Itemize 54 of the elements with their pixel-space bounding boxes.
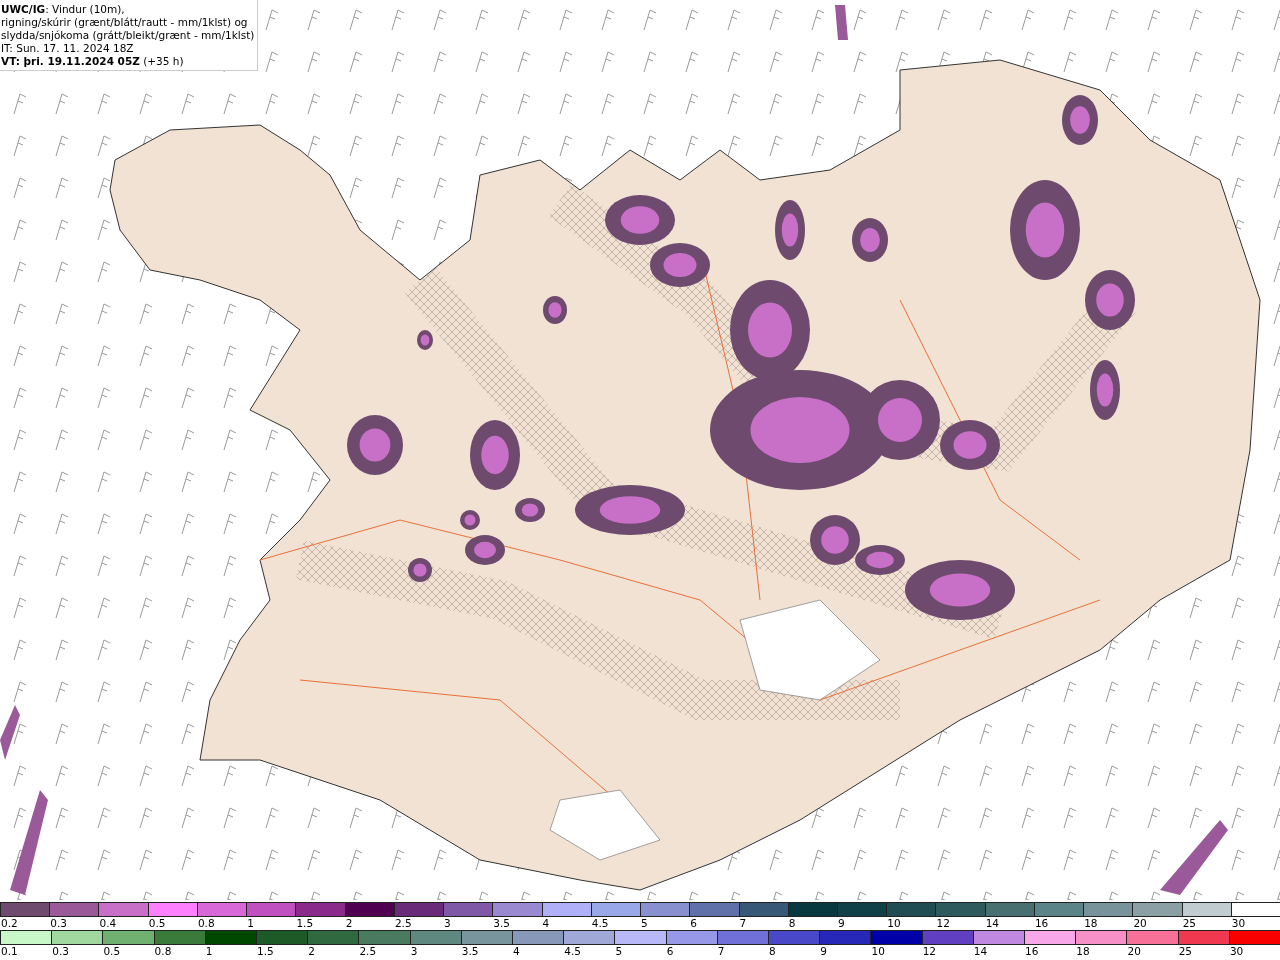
legend-value: 0.3 (49, 917, 68, 929)
legend-value: 0.2 (0, 917, 19, 929)
legend-value: 3 (409, 945, 419, 957)
legend-value: 25 (1177, 945, 1194, 957)
legend-value: 16 (1033, 917, 1050, 929)
legend-value: 8 (768, 945, 777, 957)
legend-value: 18 (1075, 945, 1091, 957)
legend-value: 5 (640, 917, 649, 929)
legend-value: 1 (246, 917, 255, 929)
legend-value: 3.5 (492, 917, 512, 929)
legend-value: 14 (984, 917, 1001, 929)
legend-value: 12 (921, 945, 938, 957)
legend-value: 0.5 (147, 917, 167, 929)
legend-value: 6 (689, 917, 698, 929)
legend-value: 5 (614, 945, 624, 957)
legend-value: 30 (1230, 917, 1247, 929)
legend-value: 2.5 (358, 945, 378, 957)
legend-value: 20 (1132, 917, 1148, 929)
legend-value: 12 (935, 917, 951, 929)
legend-value: 14 (972, 945, 989, 957)
map-description: UWC/IG: Vindur (10m), rigning/skúrir (grænt/blátt/rautt - mm/1klst) og slydda/snjókoma (grátt/bleikt/grænt - mm/1klst) (1, 3, 255, 42)
legend-value: 2 (307, 945, 316, 957)
legend-value: 2 (344, 917, 354, 929)
legend-value: 0.8 (196, 917, 216, 929)
legend-value: 7 (716, 945, 726, 957)
legend-value: 6 (665, 945, 675, 957)
legend-value: 0.5 (102, 945, 122, 957)
legend-value: 2.5 (393, 917, 413, 929)
legend-value: 16 (1024, 945, 1040, 957)
legend-value: 4 (512, 945, 521, 957)
legend-value: 3.5 (460, 945, 480, 957)
legend-value: 10 (886, 917, 902, 929)
issue-time: IT: Sun. 17. 11. 2024 18Z (1, 42, 135, 55)
legend-value: 8 (787, 917, 797, 929)
legend-value: 0.1 (0, 945, 19, 957)
legend-value: 9 (837, 917, 846, 929)
legend-value: 30 (1228, 945, 1245, 957)
legend-value: 20 (1126, 945, 1142, 957)
legend-value: 1.5 (256, 945, 275, 957)
legend-value: 1.5 (295, 917, 315, 929)
valid-time: VT: þri. 19.11.2024 05Z (+35 h) (1, 55, 185, 68)
legend-value: 18 (1083, 917, 1099, 929)
legend-value: 7 (738, 917, 748, 929)
legend-value: 0.3 (51, 945, 70, 957)
legend-value: 1 (204, 945, 214, 957)
legend-value: 4 (541, 917, 551, 929)
legend-value: 25 (1181, 917, 1197, 929)
legend-value: 4.5 (590, 917, 610, 929)
legend-value: 10 (870, 945, 886, 957)
legend-value: 0.8 (153, 945, 173, 957)
legend-value: 9 (819, 945, 828, 957)
legend-value: 0.4 (98, 917, 118, 929)
legend-value: 3 (443, 917, 452, 929)
legend-value: 4.5 (563, 945, 582, 957)
